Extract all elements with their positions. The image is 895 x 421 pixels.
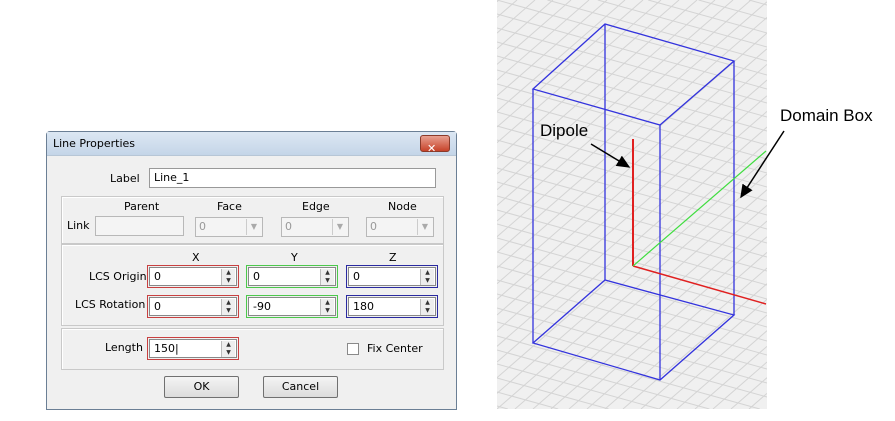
domain-box-label: Domain Box bbox=[780, 106, 873, 125]
x-axis-line bbox=[632, 265, 767, 305]
dipole-label: Dipole bbox=[540, 121, 589, 140]
domain-box-arrow bbox=[740, 130, 785, 199]
y-axis-line bbox=[632, 150, 767, 267]
scene-overlay bbox=[531, 23, 785, 381]
dipole-arrow bbox=[590, 143, 631, 168]
